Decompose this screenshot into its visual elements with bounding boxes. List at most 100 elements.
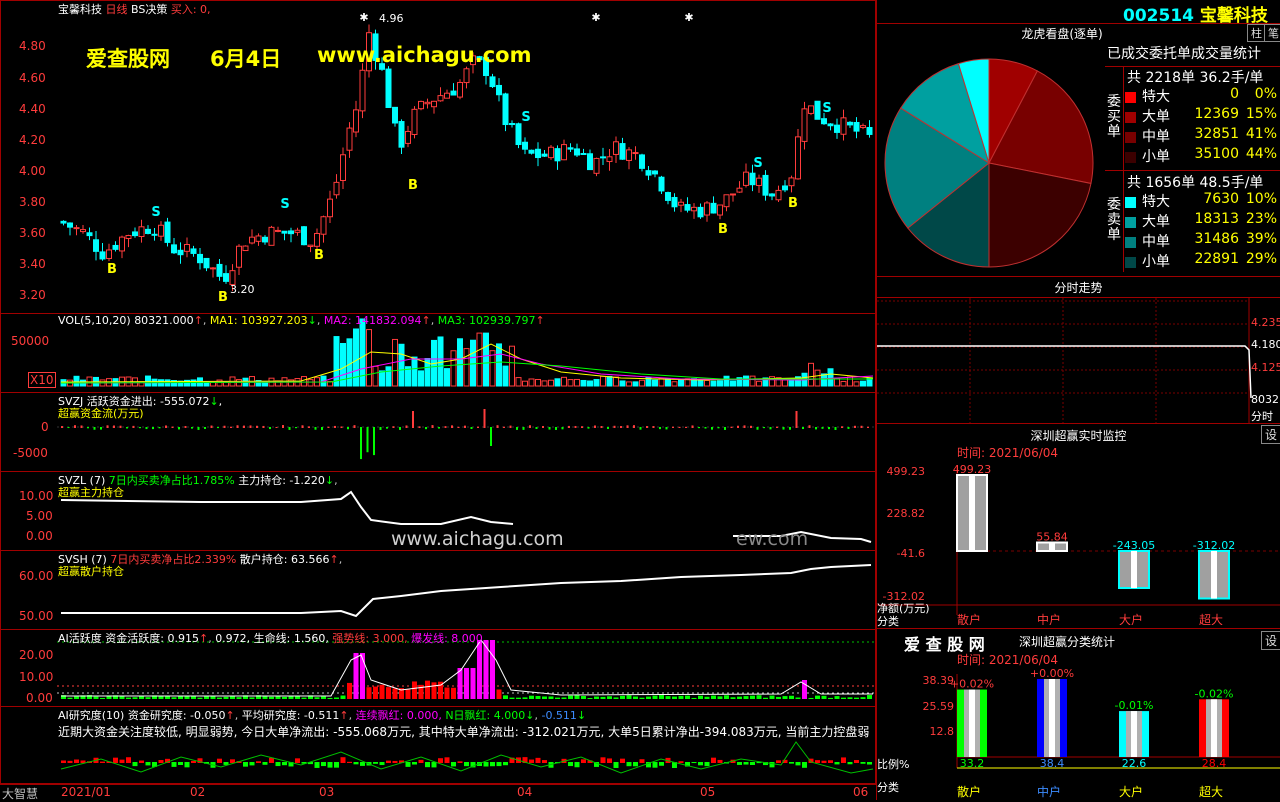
volume-bar (379, 370, 385, 387)
monitor-settings-button[interactable]: 设 (1261, 425, 1280, 444)
candle-body (502, 93, 509, 126)
candle-body (171, 244, 177, 254)
sell-signal-marker: S (280, 197, 289, 212)
activity-bar (646, 696, 651, 699)
research-bar (568, 762, 573, 767)
ai-research-panel[interactable]: AI研究度(10) 资金研究度: -0.050↑, 平均研究度: -0.511↑… (0, 706, 876, 784)
order-stat-row: 特大 7630 10% (1125, 191, 1280, 211)
candle-body (60, 220, 67, 224)
candle-body (600, 156, 606, 159)
svsh-pct: 7日内买卖净占比2.339% (110, 553, 237, 566)
svzl-subtitle: 超赢主力持仓 (58, 486, 124, 499)
activity-bar (412, 681, 417, 699)
class-bar-change: -0.01% (1115, 699, 1154, 712)
buy-signal-marker: B (788, 196, 798, 211)
fund-flow-bar (425, 427, 427, 430)
fund-flow-bar (587, 427, 590, 429)
activity-bar (93, 696, 99, 699)
candle-body (788, 177, 795, 187)
candle-body (294, 229, 301, 233)
fund-flow-bar (808, 425, 811, 428)
order-percent: 29% (1245, 251, 1277, 267)
candle-body (769, 193, 775, 197)
candle-body (411, 108, 418, 135)
research-bar (620, 758, 625, 763)
main-holding-line (60, 490, 514, 525)
research-bar (607, 758, 612, 763)
fenshi-title: 分时走势 (1054, 281, 1103, 295)
volume-bar (567, 379, 574, 387)
research-bar (847, 762, 853, 765)
fund-flow-bar (106, 425, 109, 428)
research-bar (139, 760, 144, 763)
class-bar-change: +0.00% (1030, 667, 1074, 680)
fund-flow-bar (152, 427, 154, 430)
volume-bar (275, 380, 281, 387)
intraday-chart[interactable] (877, 298, 1280, 424)
candle-body (242, 245, 249, 252)
volume-header: VOL(5,10,20) 80321.000↑, MA1: 103927.203… (58, 314, 545, 327)
class-settings-button[interactable]: 设 (1261, 631, 1280, 650)
ai-active-header: AI活跃度 资金活跃度: 0.915↑, 0.972, 生命线: 1.560, … (58, 632, 487, 645)
research-bar (327, 762, 333, 768)
order-percent: 41% (1245, 126, 1277, 142)
fund-flow-bar (217, 427, 219, 429)
order-volume: 18313 (1194, 211, 1239, 227)
fund-flow-bar (373, 427, 375, 456)
activity-bar (100, 697, 105, 699)
research-bar (815, 760, 820, 763)
candle-body (580, 153, 587, 156)
candle-body (164, 221, 171, 243)
order-stat-row: 特大 0 0% (1125, 86, 1280, 106)
research-bar (425, 762, 430, 768)
volume-bar (574, 378, 580, 387)
volume-bar (756, 380, 762, 387)
candle-body (177, 249, 184, 256)
monitor-bar-highlight (1049, 542, 1055, 551)
research-bar (171, 762, 177, 767)
svsh-panel[interactable]: SVSH (7) 7日内买卖净占比2.339% 散户持仓: 63.566↑, 超… (0, 550, 876, 630)
volume-bar (639, 379, 645, 387)
activity-bar (548, 696, 554, 699)
activity-bar (860, 697, 866, 699)
candle-body (327, 198, 333, 218)
activity-bar (789, 695, 794, 699)
price-tick: 4.40 (19, 102, 46, 116)
research-bar (178, 762, 183, 765)
order-size-label: 小单 (1142, 254, 1170, 270)
candle-body (268, 226, 275, 246)
candle-body (418, 100, 424, 110)
candle-body (645, 170, 652, 176)
candle-body (307, 244, 314, 248)
activity-bar (509, 697, 515, 699)
candle-body (405, 130, 411, 144)
fund-flow-bar (301, 425, 304, 428)
ai-active-panel[interactable]: AI活跃度 资金活跃度: 0.915↑, 0.972, 生命线: 1.560, … (0, 629, 876, 707)
research-bar (373, 762, 378, 764)
monitor-bar-label: 散户 (957, 612, 981, 625)
research-bar (119, 759, 125, 763)
activity-bar (249, 697, 255, 699)
candle-body (288, 230, 294, 235)
star-marker: ✱ (359, 11, 368, 24)
candle-body (457, 81, 463, 98)
order-stat-title: 已成交委托单成交量统计 (1107, 46, 1261, 62)
ai-active-h4: 爆发线: 8.000, (411, 632, 487, 645)
candle-body (210, 267, 216, 270)
price-tick: 3.40 (19, 257, 46, 271)
activity-bar (568, 695, 573, 699)
pen-mode-button[interactable]: 笔 (1264, 24, 1280, 42)
svzl-panel[interactable]: SVZL (7) 7日内买卖净占比1.785% 主力持仓: -1.220↓, 超… (0, 471, 876, 551)
fund-flow-bar (698, 427, 700, 429)
order-size-label: 大单 (1142, 214, 1170, 230)
candle-body (463, 68, 470, 84)
activity-bar (223, 696, 229, 699)
activity-bar (126, 697, 131, 699)
volume-panel[interactable]: VOL(5,10,20) 80321.000↑, MA1: 103927.203… (0, 313, 876, 393)
research-bar (438, 758, 443, 763)
kline-panel[interactable]: B B B B B B S S S S S ✱ ✱ ✱ 宝馨科技 日线 BS决策 买入: 0, 爱查股网 … (0, 0, 876, 314)
fund-flow-bar (600, 426, 603, 428)
svzj-panel[interactable]: SVZJ 活跃资金进出: -555.072↓, 超赢资金流(万元) 0 -500… (0, 392, 876, 472)
fund-flow-bar (295, 427, 297, 429)
candle-body (151, 233, 158, 236)
